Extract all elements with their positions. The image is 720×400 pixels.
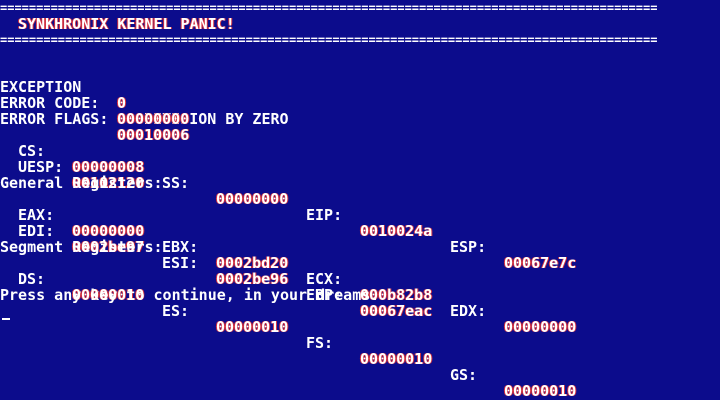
ecx-label: ECX: — [306, 270, 343, 288]
esp-value: 00067e7c — [504, 254, 577, 272]
gs-label: GS: — [450, 366, 478, 384]
general-registers-row-1: EAX: 00000000 EBX: 0002bd20 ECX: 000b82b… — [0, 191, 576, 335]
cs-value: 00000008 — [72, 158, 145, 176]
error-flags-value: 00010006 — [117, 126, 190, 144]
ebx-label: EBX: — [162, 238, 199, 256]
general-registers-row-2: EDI: 0002be97 ESI: 0002be96 EBP: 00067ea… — [0, 207, 432, 319]
esp-label: ESP: — [450, 238, 487, 256]
fs-label: FS: — [306, 334, 334, 352]
edi-label: EDI: — [18, 222, 55, 240]
ss-value: 00000000 — [216, 190, 289, 208]
es-label: ES: — [162, 302, 190, 320]
edx-value: 00000000 — [504, 318, 577, 336]
text-cursor — [2, 318, 10, 320]
exception-number: 0 — [117, 94, 127, 112]
segment-registers-heading: Segment Registers: — [0, 238, 163, 256]
eip-label: EIP: — [306, 206, 343, 224]
ss-label: SS: — [162, 174, 190, 192]
ebp-value: 00067eac — [360, 302, 433, 320]
eip-value: 0010024a — [360, 222, 433, 240]
panic-title: SYNKHRONIX KERNEL PANIC! — [18, 15, 235, 33]
header-rule-top: ========================================… — [0, 4, 658, 12]
ebx-value: 0002bd20 — [216, 254, 289, 272]
kernel-panic-screen[interactable]: ========================================… — [0, 0, 720, 400]
uesp-row: UESP: 00102120 — [0, 143, 144, 191]
error-code-value: 00000000 — [117, 110, 190, 128]
continue-prompt: Press any key to continue, in your dream… — [0, 286, 380, 304]
ds-label: DS: — [18, 270, 46, 288]
gs-value: 00000010 — [504, 382, 577, 400]
error-flags-line: ERROR FLAGS: 00010006 — [0, 95, 189, 143]
error-code-line: ERROR CODE: 00000000 — [0, 79, 189, 127]
error-flags-label: ERROR FLAGS: — [0, 110, 109, 128]
segment-registers-row: DS: 00000010 ES: 00000010 FS: 00000010 G… — [0, 255, 576, 399]
uesp-label: UESP: — [18, 158, 64, 176]
header-rule-bottom: ========================================… — [0, 36, 658, 44]
general-registers-heading: General Registers: — [0, 174, 163, 192]
eax-value: 00000000 — [72, 222, 145, 240]
esi-value: 0002be96 — [216, 270, 289, 288]
exception-line: EXCEPTION 0 : DIVISION BY ZERO — [0, 63, 289, 127]
es-value: 00000010 — [216, 318, 289, 336]
pointer-registers-row: CS: 00000008 SS: 00000000 EIP: 0010024a … — [0, 127, 576, 271]
edx-label: EDX: — [450, 302, 487, 320]
fs-value: 00000010 — [360, 350, 433, 368]
esi-label: ESI: — [162, 254, 199, 272]
